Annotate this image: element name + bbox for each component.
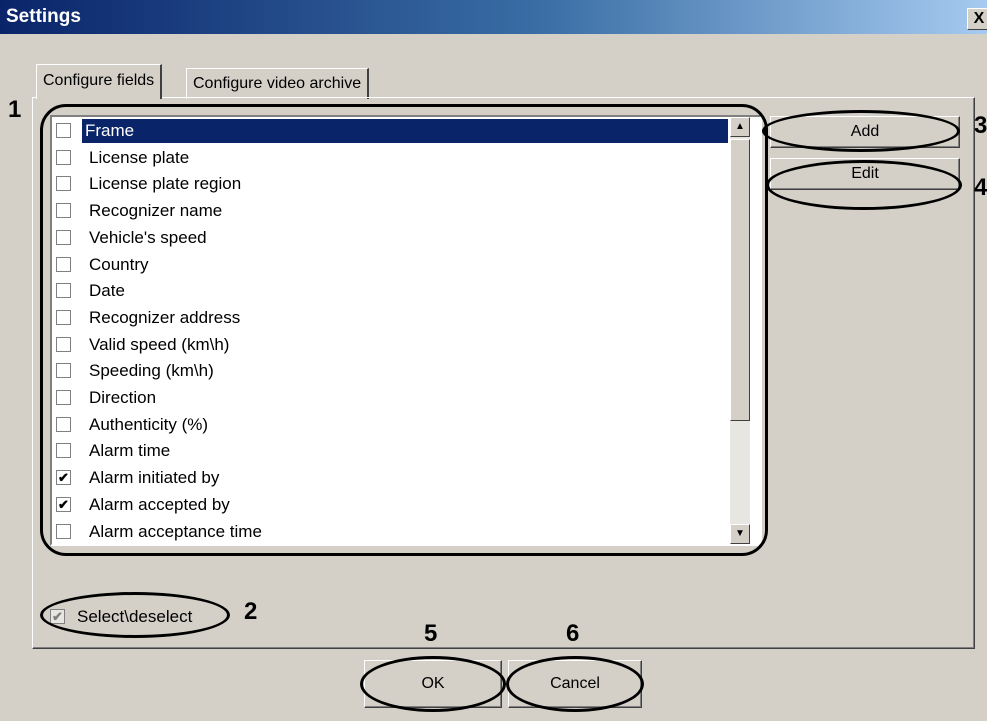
- close-button[interactable]: X: [967, 8, 987, 30]
- list-item-checkbox[interactable]: [56, 256, 71, 272]
- list-item-checkbox[interactable]: ✔: [56, 496, 71, 512]
- list-item[interactable]: Authenticity (%): [56, 413, 726, 437]
- title-bar: Settings X: [0, 0, 987, 34]
- list-item[interactable]: Valid speed (km\h): [56, 333, 726, 357]
- list-item-label: Date: [89, 281, 125, 301]
- list-item[interactable]: License plate region: [56, 172, 726, 196]
- list-scrollbar[interactable]: ▲ ▼: [730, 117, 750, 544]
- window-title: Settings: [6, 6, 81, 27]
- callout-number-1: 1: [8, 96, 22, 123]
- list-item[interactable]: Date: [56, 279, 726, 303]
- list-item-label: License plate region: [89, 174, 242, 194]
- list-item-label: Direction: [89, 388, 157, 407]
- list-item-label: Alarm time: [89, 441, 171, 461]
- list-item[interactable]: Recognizer name: [56, 199, 726, 223]
- list-item-checkbox[interactable]: [56, 229, 71, 245]
- callout-number-3: 3: [974, 112, 987, 139]
- list-item-label: Country: [89, 254, 149, 274]
- scroll-up-arrow-icon[interactable]: ▲: [730, 117, 750, 137]
- list-item[interactable]: Recognizer address: [56, 306, 726, 330]
- ok-button[interactable]: OK: [364, 660, 502, 708]
- list-item-checkbox[interactable]: [56, 176, 71, 192]
- list-item-label: License plate: [89, 147, 190, 167]
- list-item-checkbox[interactable]: ✔: [56, 470, 71, 486]
- list-item-checkbox[interactable]: [56, 203, 71, 219]
- callout-number-2: 2: [244, 598, 258, 625]
- list-item[interactable]: Alarm time: [56, 439, 726, 463]
- list-item-label: Alarm initiated by: [89, 468, 220, 488]
- list-item-checkbox[interactable]: [56, 283, 71, 299]
- scroll-down-arrow-icon[interactable]: ▼: [730, 524, 750, 544]
- list-item-label: Alarm accepted by: [89, 494, 230, 514]
- fields-list[interactable]: Frame License plate License plate region Re…: [50, 115, 762, 546]
- list-item[interactable]: ✔ Alarm accepted by: [56, 493, 726, 517]
- tab-configure-fields[interactable]: Configure fields: [36, 64, 163, 99]
- list-item[interactable]: Direction: [56, 386, 726, 410]
- list-item[interactable]: Vehicle's speed: [56, 226, 726, 250]
- cancel-button[interactable]: Cancel: [508, 660, 642, 708]
- list-item-checkbox[interactable]: [56, 523, 71, 539]
- list-item-checkbox[interactable]: [56, 390, 71, 405]
- list-item[interactable]: Country: [56, 253, 726, 277]
- tab-configure-video-archive[interactable]: Configure video archive: [186, 68, 370, 99]
- list-item-label: Authenticity (%): [89, 414, 209, 434]
- list-item-label: Alarm acceptance time: [89, 521, 262, 541]
- list-item-label: Frame: [82, 119, 728, 143]
- list-item-checkbox[interactable]: [56, 443, 71, 459]
- list-item-checkbox[interactable]: [56, 416, 71, 432]
- list-item[interactable]: Speeding (km\h): [56, 359, 726, 383]
- list-item[interactable]: Frame: [56, 119, 728, 143]
- list-item-checkbox[interactable]: [56, 149, 71, 165]
- select-deselect-label: Select\deselect: [77, 607, 193, 626]
- list-item-checkbox[interactable]: [56, 309, 71, 325]
- list-item[interactable]: ✔ Alarm initiated by: [56, 466, 726, 490]
- callout-number-5: 5: [424, 620, 438, 647]
- list-item-label: Speeding (km\h): [89, 361, 214, 381]
- list-item[interactable]: Alarm acceptance time: [56, 520, 726, 544]
- edit-button[interactable]: Edit: [770, 158, 960, 190]
- list-item[interactable]: License plate: [56, 146, 726, 170]
- select-deselect-check[interactable]: ✔: [50, 609, 65, 624]
- callout-number-4: 4: [974, 174, 987, 201]
- list-item-checkbox[interactable]: [56, 363, 71, 379]
- list-item-checkbox[interactable]: [56, 123, 71, 138]
- list-item-label: Vehicle's speed: [89, 227, 207, 247]
- list-item-label: Recognizer name: [89, 201, 223, 221]
- list-item-label: Valid speed (km\h): [89, 334, 230, 354]
- list-item-label: Recognizer address: [89, 307, 241, 327]
- add-button[interactable]: Add: [770, 116, 960, 148]
- scroll-thumb[interactable]: [730, 139, 750, 421]
- list-item-checkbox[interactable]: [56, 336, 71, 352]
- callout-number-6: 6: [566, 620, 580, 647]
